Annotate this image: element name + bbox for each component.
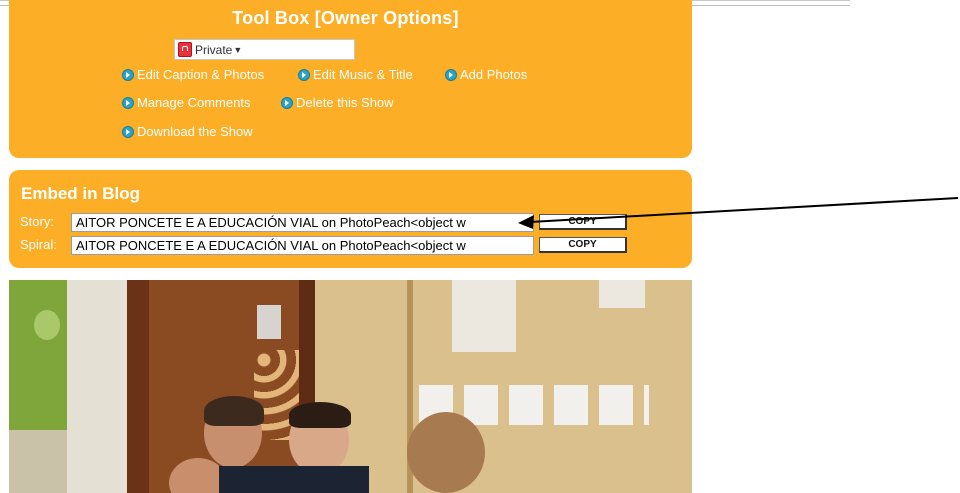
photo-white-wall xyxy=(67,280,127,493)
photo-child-1-hair xyxy=(204,396,264,426)
slideshow-photo[interactable] xyxy=(9,280,692,493)
photo-paper-2 xyxy=(599,280,645,308)
photo-poster xyxy=(257,305,281,339)
photo-green-circle xyxy=(34,310,60,340)
photo-door-frame xyxy=(127,280,149,493)
photo-child-4 xyxy=(407,412,485,493)
photo-child-body xyxy=(219,466,369,493)
photo-paper xyxy=(452,280,516,352)
photo-child-2-hair xyxy=(289,402,351,428)
